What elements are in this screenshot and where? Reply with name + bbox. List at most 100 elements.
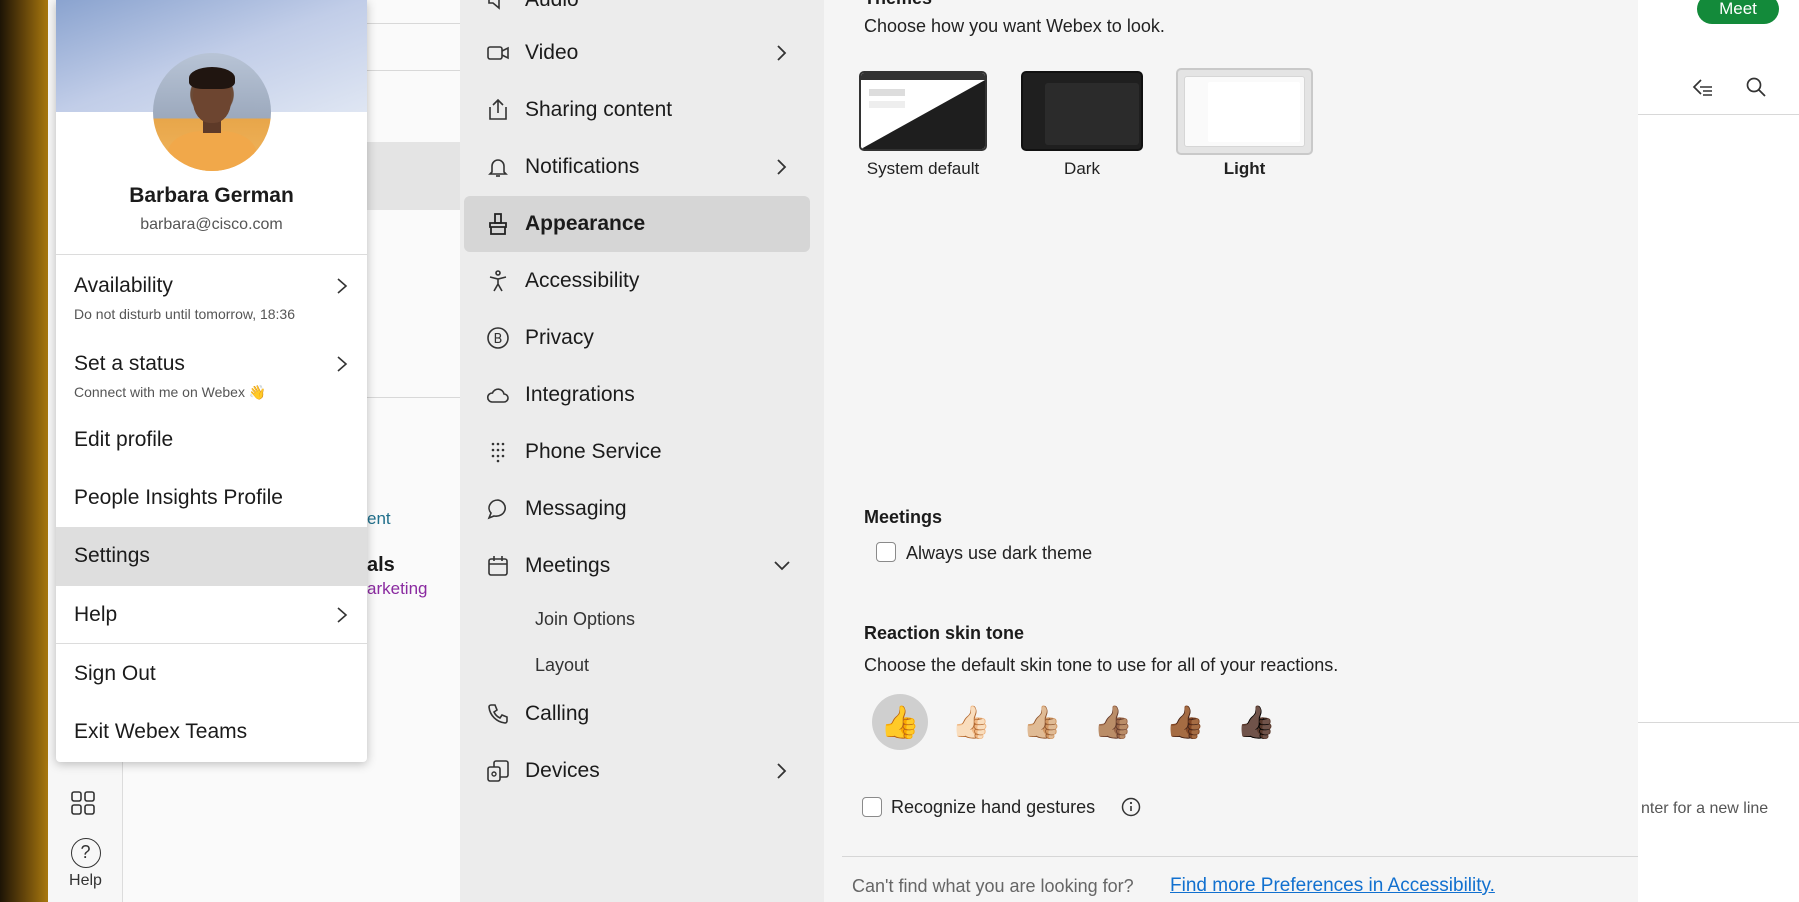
theme-card-dark[interactable] (1021, 71, 1143, 151)
profile-email: barbara@cisco.com (140, 216, 283, 233)
meet-button[interactable]: Meet (1697, 0, 1779, 24)
always-dark-theme-checkbox[interactable] (876, 542, 896, 562)
skin-tone-medium-dark[interactable]: 👍🏾 (1157, 694, 1213, 750)
nav-item-devices[interactable]: Devices (464, 743, 810, 799)
nav-item-meetings[interactable]: Meetings (464, 538, 810, 594)
svg-text:B: B (494, 332, 503, 347)
chevron-right-icon (777, 159, 787, 175)
nav-item-sharing-content[interactable]: Sharing content (464, 82, 810, 138)
nav-label: Phone Service (525, 440, 662, 463)
list-fragment-tag: arketing (367, 579, 428, 598)
recognize-gestures-label: Recognize hand gestures (891, 797, 1096, 817)
list-fragment-text: ent (367, 509, 391, 528)
menu-item-people-insights[interactable]: People Insights Profile (56, 486, 367, 516)
menu-item-label: Exit Webex Teams (74, 720, 248, 743)
nav-item-phone-service[interactable]: Phone Service (464, 424, 810, 480)
menu-item-sublabel: Do not disturb until tomorrow, 18:36 (74, 306, 296, 322)
paintbrush-icon (489, 213, 507, 235)
chevron-right-icon (337, 607, 348, 623)
list-fragment-title: als (367, 554, 395, 576)
footer-prompt: Can't find what you are looking for? (852, 876, 1134, 896)
devices-icon (487, 760, 509, 782)
menu-divider (56, 254, 367, 255)
info-icon[interactable] (1121, 797, 1141, 817)
skin-tone-default[interactable]: 👍 (872, 694, 928, 750)
skin-tone-light[interactable]: 👍🏻 (943, 694, 999, 750)
nav-subitem-layout[interactable]: Layout (535, 655, 589, 676)
right-panel-divider (1638, 722, 1799, 723)
theme-card-system-default[interactable] (859, 71, 987, 151)
accessibility-icon (489, 270, 507, 292)
menu-item-set-status[interactable]: Set a status Connect with me on Webex 👋 (56, 352, 367, 412)
nav-label: Audio (525, 0, 579, 12)
list-divider (367, 70, 460, 71)
themes-heading: Themes (864, 0, 932, 9)
theme-label-light: Light (1223, 159, 1266, 178)
nav-item-appearance[interactable]: Appearance (464, 196, 810, 252)
nav-item-privacy[interactable]: B Privacy (464, 310, 810, 366)
recognize-gestures-checkbox[interactable] (862, 797, 882, 817)
skin-tone-dark[interactable]: 👍🏿 (1228, 694, 1284, 750)
chevron-right-icon (337, 356, 348, 372)
search-icon[interactable] (1745, 76, 1767, 98)
bell-icon (488, 159, 508, 177)
themes-description: Choose how you want Webex to look. (864, 16, 1165, 36)
nav-item-accessibility[interactable]: Accessibility (464, 253, 810, 309)
cloud-icon (486, 388, 509, 403)
apps-grid-icon[interactable] (70, 790, 96, 816)
menu-item-sublabel: Connect with me on Webex 👋 (74, 384, 267, 400)
menu-item-label: Help (74, 603, 118, 626)
composer-hint: nter for a new line (1641, 800, 1769, 817)
share-icon (489, 98, 507, 120)
rail-help-label: Help (69, 872, 102, 889)
nav-item-audio[interactable]: Audio (464, 0, 810, 28)
list-item-highlight (367, 142, 460, 210)
profile-name: Barbara German (129, 184, 294, 207)
menu-item-label: Sign Out (74, 662, 156, 685)
speaker-icon (488, 0, 500, 10)
reply-list-icon[interactable] (1692, 76, 1714, 98)
right-panel (1638, 0, 1799, 902)
chevron-right-icon (337, 278, 348, 294)
rail-help-button[interactable]: ? Help (48, 838, 123, 890)
chevron-right-icon (777, 763, 787, 779)
system-default-theme-preview (861, 73, 985, 149)
menu-item-availability[interactable]: Availability Do not disturb until tomorr… (56, 274, 367, 334)
menu-divider (56, 643, 367, 644)
nav-item-messaging[interactable]: Messaging (464, 481, 810, 537)
nav-item-integrations[interactable]: Integrations (464, 367, 810, 423)
nav-label: Integrations (525, 383, 635, 406)
nav-label: Notifications (525, 155, 640, 178)
theme-card-light[interactable] (1176, 68, 1313, 155)
skin-tone-medium-light[interactable]: 👍🏼 (1014, 694, 1070, 750)
nav-label: Meetings (525, 554, 611, 577)
skin-tone-medium[interactable]: 👍🏽 (1085, 694, 1141, 750)
always-dark-theme-label: Always use dark theme (906, 543, 1093, 563)
nav-subitem-join-options[interactable]: Join Options (535, 609, 635, 630)
help-icon: ? (70, 838, 101, 868)
profile-menu: Barbara German barbara@cisco.com Availab… (56, 0, 367, 762)
menu-item-help[interactable]: Help (56, 603, 367, 633)
nav-item-calling[interactable]: Calling (464, 686, 810, 742)
privacy-icon: B (487, 327, 509, 349)
video-icon (487, 46, 509, 60)
menu-item-sign-out[interactable]: Sign Out (56, 662, 367, 692)
nav-label: Privacy (525, 326, 594, 349)
accessibility-preferences-link[interactable]: Find more Preferences in Accessibility. (1170, 875, 1495, 897)
theme-label-dark: Dark (1064, 159, 1100, 178)
nav-label: Appearance (525, 212, 646, 235)
nav-label: Messaging (525, 497, 627, 520)
menu-item-label: Edit profile (74, 428, 174, 451)
nav-label: Sharing content (525, 98, 673, 121)
phone-icon (488, 704, 508, 724)
avatar (153, 53, 271, 171)
nav-label: Video (525, 41, 579, 64)
nav-item-video[interactable]: Video (464, 25, 810, 81)
skin-tone-heading: Reaction skin tone (864, 623, 1025, 643)
settings-nav: Audio Video Sharing content Notification… (460, 0, 824, 902)
nav-label: Accessibility (525, 269, 640, 292)
menu-item-edit-profile[interactable]: Edit profile (56, 428, 367, 458)
menu-item-exit[interactable]: Exit Webex Teams (56, 720, 367, 750)
nav-item-notifications[interactable]: Notifications (464, 139, 810, 195)
menu-item-settings[interactable]: Settings (56, 527, 367, 586)
